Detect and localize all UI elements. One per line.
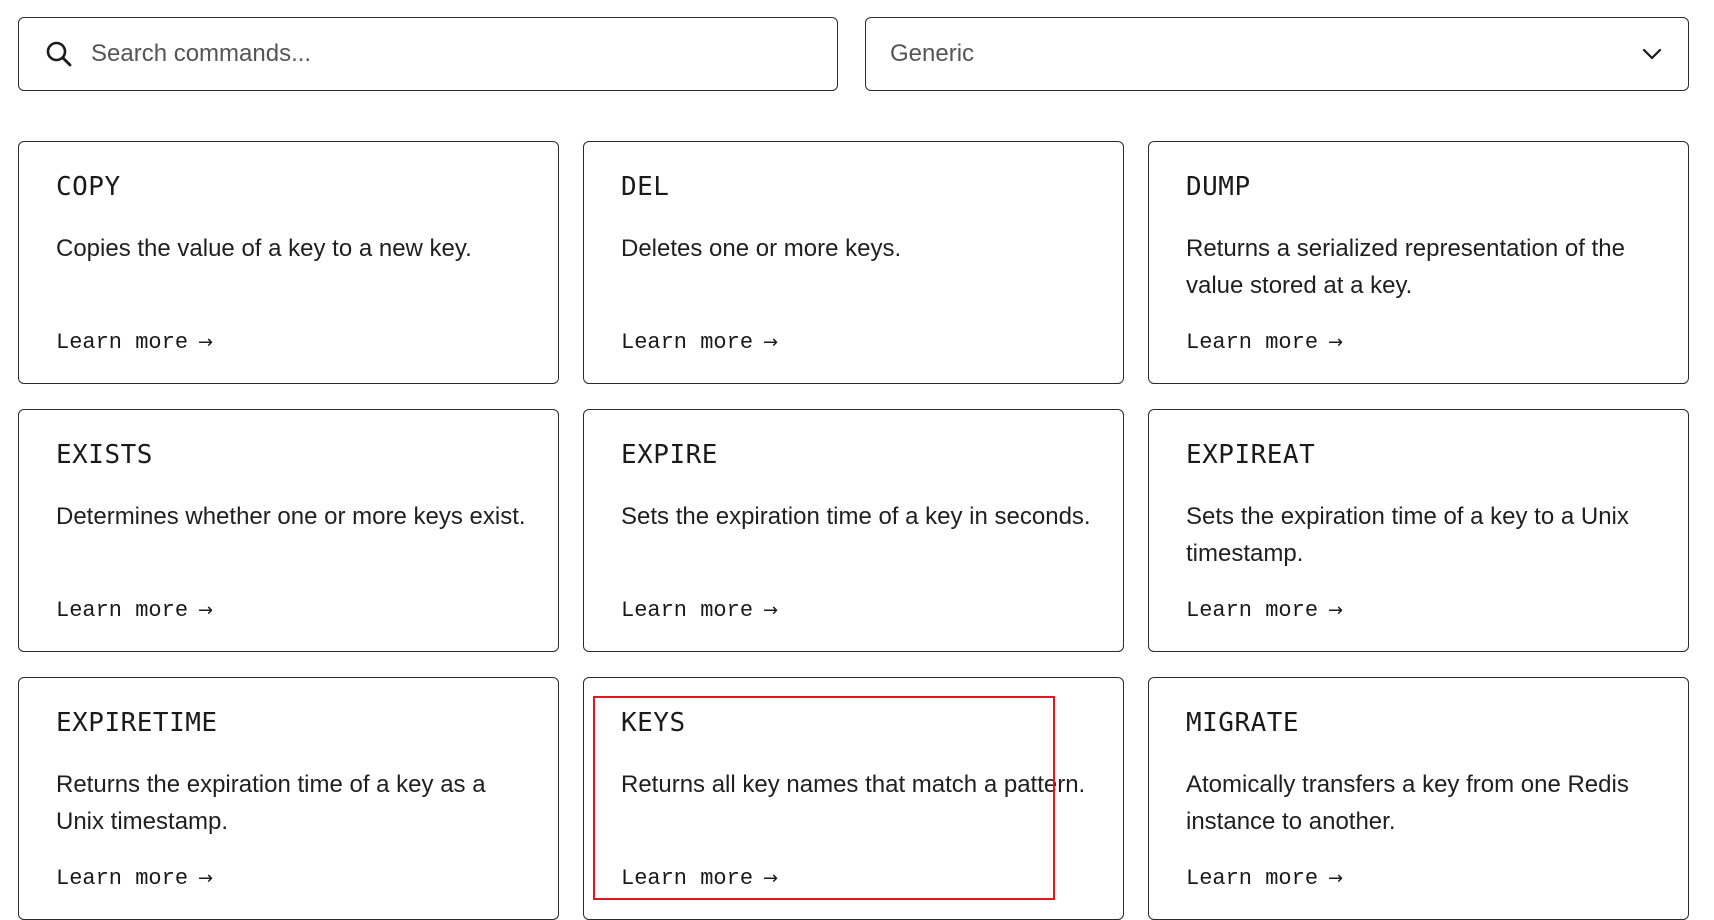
arrow-right-icon: → [763, 868, 779, 889]
command-description: Sets the expiration time of a key to a U… [1186, 503, 1629, 567]
learn-more-label: Learn more [1186, 866, 1319, 891]
learn-more-link[interactable]: Learn more → [1186, 598, 1343, 623]
arrow-right-icon: → [1328, 332, 1344, 353]
command-card-dump[interactable]: DUMP Returns a serialized representation… [1148, 141, 1689, 384]
command-title: EXPIRETIME [56, 708, 218, 738]
command-card-expireat[interactable]: EXPIREAT Sets the expiration time of a k… [1148, 409, 1689, 652]
learn-more-label: Learn more [621, 598, 754, 623]
command-description: Atomically transfers a key from one Redi… [1186, 771, 1629, 835]
command-card-expire[interactable]: EXPIRE Sets the expiration time of a key… [583, 409, 1124, 652]
command-title: DUMP [1186, 172, 1251, 202]
learn-more-label: Learn more [56, 598, 189, 623]
command-title: COPY [56, 172, 121, 202]
category-select[interactable]: Generic [865, 17, 1689, 91]
arrow-right-icon: → [1328, 600, 1344, 621]
command-card-exists[interactable]: EXISTS Determines whether one or more ke… [18, 409, 559, 652]
command-card-expiretime[interactable]: EXPIRETIME Returns the expiration time o… [18, 677, 559, 920]
command-card-copy[interactable]: COPY Copies the value of a key to a new … [18, 141, 559, 384]
learn-more-label: Learn more [621, 866, 754, 891]
command-title: MIGRATE [1186, 708, 1300, 738]
learn-more-link[interactable]: Learn more → [621, 598, 778, 623]
learn-more-link[interactable]: Learn more → [1186, 866, 1343, 891]
command-description: Copies the value of a key to a new key. [56, 235, 472, 262]
command-grid: COPY Copies the value of a key to a new … [18, 141, 1689, 920]
command-description: Returns all key names that match a patte… [621, 771, 1086, 798]
learn-more-link[interactable]: Learn more → [56, 866, 213, 891]
command-card-keys[interactable]: KEYS Returns all key names that match a … [583, 677, 1124, 920]
learn-more-link[interactable]: Learn more → [1186, 330, 1343, 355]
command-card-del[interactable]: DEL Deletes one or more keys. Learn more… [583, 141, 1124, 384]
command-title: EXPIREAT [1186, 440, 1316, 470]
arrow-right-icon: → [198, 332, 214, 353]
learn-more-link[interactable]: Learn more → [621, 866, 778, 891]
command-title: EXPIRE [621, 440, 718, 470]
learn-more-label: Learn more [1186, 598, 1319, 623]
command-card-migrate[interactable]: MIGRATE Atomically transfers a key from … [1148, 677, 1689, 920]
learn-more-label: Learn more [621, 330, 754, 355]
arrow-right-icon: → [763, 332, 779, 353]
category-select-value: Generic [890, 40, 975, 67]
search-box[interactable] [18, 17, 838, 91]
command-description: Deletes one or more keys. [621, 235, 902, 262]
chevron-down-icon [1640, 42, 1664, 66]
command-description: Returns the expiration time of a key as … [56, 771, 486, 835]
command-title: KEYS [621, 708, 686, 738]
learn-more-link[interactable]: Learn more → [56, 598, 213, 623]
command-description: Determines whether one or more keys exis… [56, 503, 526, 530]
command-title: DEL [621, 172, 670, 202]
learn-more-label: Learn more [56, 330, 189, 355]
search-input[interactable] [91, 34, 837, 74]
command-title: EXISTS [56, 440, 153, 470]
command-description: Returns a serialized representation of t… [1186, 235, 1625, 299]
arrow-right-icon: → [763, 600, 779, 621]
arrow-right-icon: → [198, 600, 214, 621]
learn-more-link[interactable]: Learn more → [56, 330, 213, 355]
learn-more-label: Learn more [56, 866, 189, 891]
arrow-right-icon: → [1328, 868, 1344, 889]
search-icon [41, 36, 77, 72]
learn-more-label: Learn more [1186, 330, 1319, 355]
arrow-right-icon: → [198, 868, 214, 889]
learn-more-link[interactable]: Learn more → [621, 330, 778, 355]
command-description: Sets the expiration time of a key in sec… [621, 503, 1091, 530]
